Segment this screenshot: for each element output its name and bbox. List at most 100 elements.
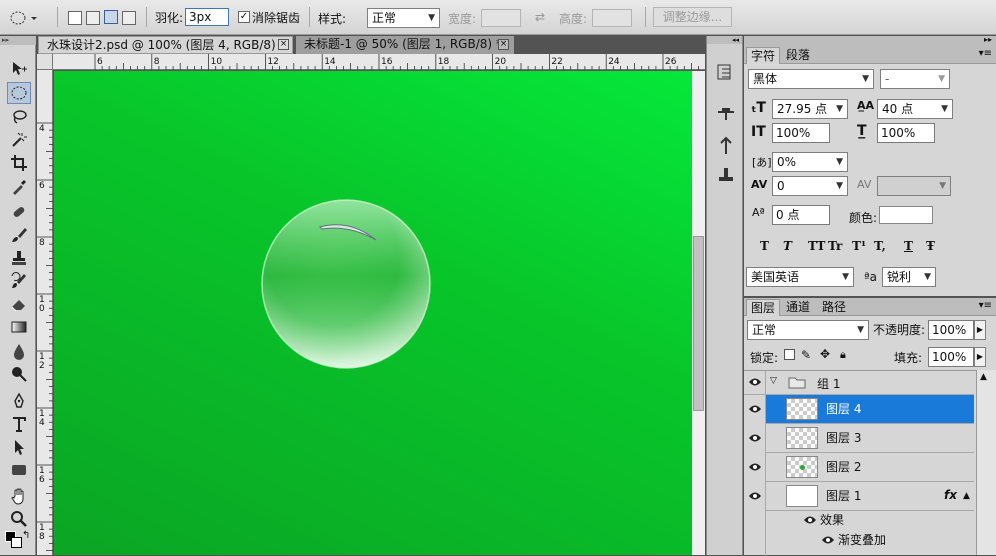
collapse-icon[interactable]: ▸▸ [984, 35, 992, 44]
tab-paragraph[interactable]: 段落 [782, 47, 814, 64]
layer-group-row[interactable]: ▽ 组 1 [744, 371, 974, 395]
tracking-select[interactable]: ▼ [877, 176, 951, 196]
eyedropper-tool-icon[interactable] [7, 176, 31, 198]
tab-character[interactable]: 字符 [746, 47, 781, 64]
history-brush-tool-icon[interactable] [7, 270, 31, 292]
style-select[interactable]: 正常 ▼ [367, 8, 440, 28]
lock-position-icon[interactable]: ✥ [820, 347, 830, 361]
lasso-tool-icon[interactable] [7, 106, 31, 128]
tool-presets-icon[interactable] [716, 104, 736, 124]
faux-italic-button[interactable]: T [783, 239, 792, 253]
pen-tool-icon[interactable] [7, 390, 31, 412]
antialias-checkbox[interactable]: ✓ [238, 11, 250, 23]
text-color-swatch[interactable] [879, 206, 933, 224]
feather-input[interactable]: 3px [185, 8, 229, 26]
rectangle-tool-icon[interactable] [7, 459, 31, 481]
tab-untitled-1[interactable]: 未标题-1 @ 50% (图层 1, RGB/8) * [296, 36, 514, 54]
font-style-select[interactable]: - ▼ [880, 69, 950, 89]
subscript-button[interactable]: T, [874, 239, 886, 253]
visibility-toggle[interactable] [744, 424, 766, 453]
language-select[interactable]: 美国英语 ▼ [746, 267, 854, 287]
new-selection-icon[interactable] [68, 11, 82, 25]
collapse-icon[interactable]: ▸▸ [0, 36, 36, 45]
scroll-up-icon[interactable]: ▲ [980, 372, 987, 382]
ruler-origin[interactable] [37, 54, 53, 70]
vertical-scrollbar[interactable] [692, 71, 705, 555]
hand-tool-icon[interactable] [7, 485, 31, 507]
kerning-select[interactable]: 0 ▼ [772, 176, 848, 196]
layer-row[interactable]: 图层 2 [744, 453, 974, 482]
opacity-field[interactable]: 100% [928, 320, 974, 340]
width-input[interactable] [481, 9, 521, 27]
font-family-select[interactable]: 黑体 ▼ [748, 69, 874, 89]
leading-field[interactable]: 40 点 ▼ [877, 99, 953, 119]
stamp-panel-icon[interactable] [716, 165, 736, 185]
tsume-select[interactable]: 0% ▼ [772, 152, 848, 172]
font-size-field[interactable]: 27.95 点 ▼ [772, 99, 848, 119]
all-caps-button[interactable]: TT [808, 239, 825, 253]
eraser-tool-icon[interactable] [7, 293, 31, 315]
intersect-selection-icon[interactable] [122, 11, 136, 25]
layer-row[interactable]: 图层 1 fx ▲ [744, 482, 974, 511]
underline-button[interactable]: T [904, 239, 913, 253]
fill-slider-icon[interactable]: ▶ [974, 347, 986, 367]
horizontal-scale-field[interactable]: 100% [877, 123, 935, 143]
gradient-overlay-row[interactable]: 渐变叠加 [766, 530, 974, 550]
visibility-toggle[interactable] [744, 395, 766, 424]
path-selection-tool-icon[interactable] [7, 436, 31, 458]
healing-brush-tool-icon[interactable] [7, 201, 31, 223]
lock-all-icon[interactable]: 🔒︎ [840, 348, 846, 362]
zoom-tool-icon[interactable] [7, 508, 31, 530]
antialias-select[interactable]: 锐利 ▼ [882, 267, 936, 287]
marquee-preset-icon[interactable] [8, 8, 38, 28]
type-tool-icon[interactable] [7, 413, 31, 435]
visibility-toggle[interactable] [744, 371, 766, 395]
small-caps-button[interactable]: Tr [828, 239, 842, 253]
opacity-slider-icon[interactable]: ▶ [974, 320, 986, 340]
history-panel-icon[interactable] [716, 62, 736, 82]
move-tool-icon[interactable] [7, 58, 31, 80]
strikethrough-button[interactable]: Ŧ [926, 239, 935, 253]
lock-image-icon[interactable]: ✎ [801, 348, 811, 362]
expand-icon[interactable]: ◂◂ [707, 36, 742, 44]
swap-icon[interactable]: ⇄ [535, 10, 545, 24]
scrollbar-thumb[interactable] [693, 236, 704, 411]
faux-bold-button[interactable]: T [760, 239, 769, 253]
brush-tool-icon[interactable] [7, 224, 31, 246]
expand-effects-icon[interactable]: ▲ [963, 489, 970, 503]
close-icon[interactable]: × [498, 39, 509, 50]
background-color-swatch[interactable] [11, 537, 22, 548]
tab-channels[interactable]: 通道 [782, 299, 814, 316]
eye-icon[interactable] [804, 515, 816, 525]
gradient-tool-icon[interactable] [7, 316, 31, 338]
dodge-tool-icon[interactable] [7, 363, 31, 385]
add-selection-icon[interactable] [86, 11, 100, 25]
panel-menu-icon[interactable]: ▾≡ [979, 48, 992, 59]
tab-water-drop-design[interactable]: 水珠设计2.psd @ 100% (图层 4, RGB/8) * [38, 36, 293, 54]
fx-icon[interactable]: fx [944, 488, 957, 502]
visibility-toggle[interactable] [744, 482, 766, 511]
elliptical-marquee-tool-icon[interactable] [7, 82, 31, 104]
panel-menu-icon[interactable]: ▾≡ [979, 300, 992, 311]
superscript-button[interactable]: T¹ [852, 239, 866, 253]
tab-layers[interactable]: 图层 [746, 299, 781, 316]
fill-field[interactable]: 100% [928, 347, 974, 367]
effects-row[interactable]: 效果 [744, 510, 974, 556]
baseline-shift-field[interactable]: 0 点 [772, 205, 830, 225]
lock-transparent-icon[interactable] [784, 349, 795, 360]
clone-source-icon[interactable] [716, 136, 736, 156]
layer-row[interactable]: 图层 4 [744, 395, 974, 424]
visibility-toggle[interactable] [744, 453, 766, 482]
layers-scrollbar[interactable]: ▲ [976, 370, 996, 555]
swap-colors-icon[interactable]: ↰ [22, 530, 30, 541]
layer-row[interactable]: 图层 3 [744, 424, 974, 453]
blend-mode-select[interactable]: 正常 ▼ [747, 320, 869, 340]
clone-stamp-tool-icon[interactable] [7, 247, 31, 269]
height-input[interactable] [592, 9, 632, 27]
subtract-selection-icon[interactable] [104, 10, 118, 24]
refine-edge-button[interactable]: 调整边缘... [653, 7, 732, 27]
eye-icon[interactable] [822, 535, 834, 545]
tab-paths[interactable]: 路径 [818, 299, 850, 316]
canvas[interactable] [54, 71, 692, 555]
disclosure-triangle-icon[interactable]: ▽ [770, 376, 777, 386]
